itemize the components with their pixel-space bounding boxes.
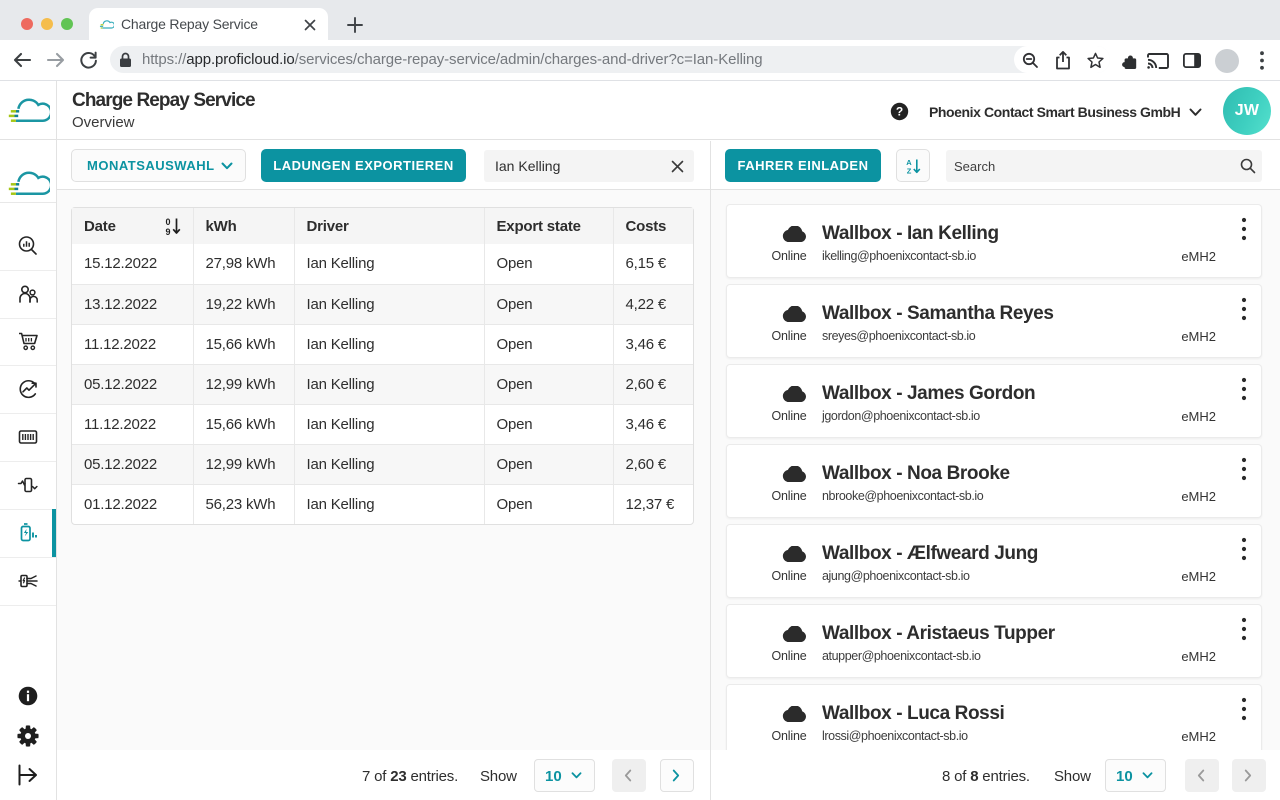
svg-text:Z: Z [907, 167, 912, 176]
svg-text:?: ? [896, 105, 903, 119]
